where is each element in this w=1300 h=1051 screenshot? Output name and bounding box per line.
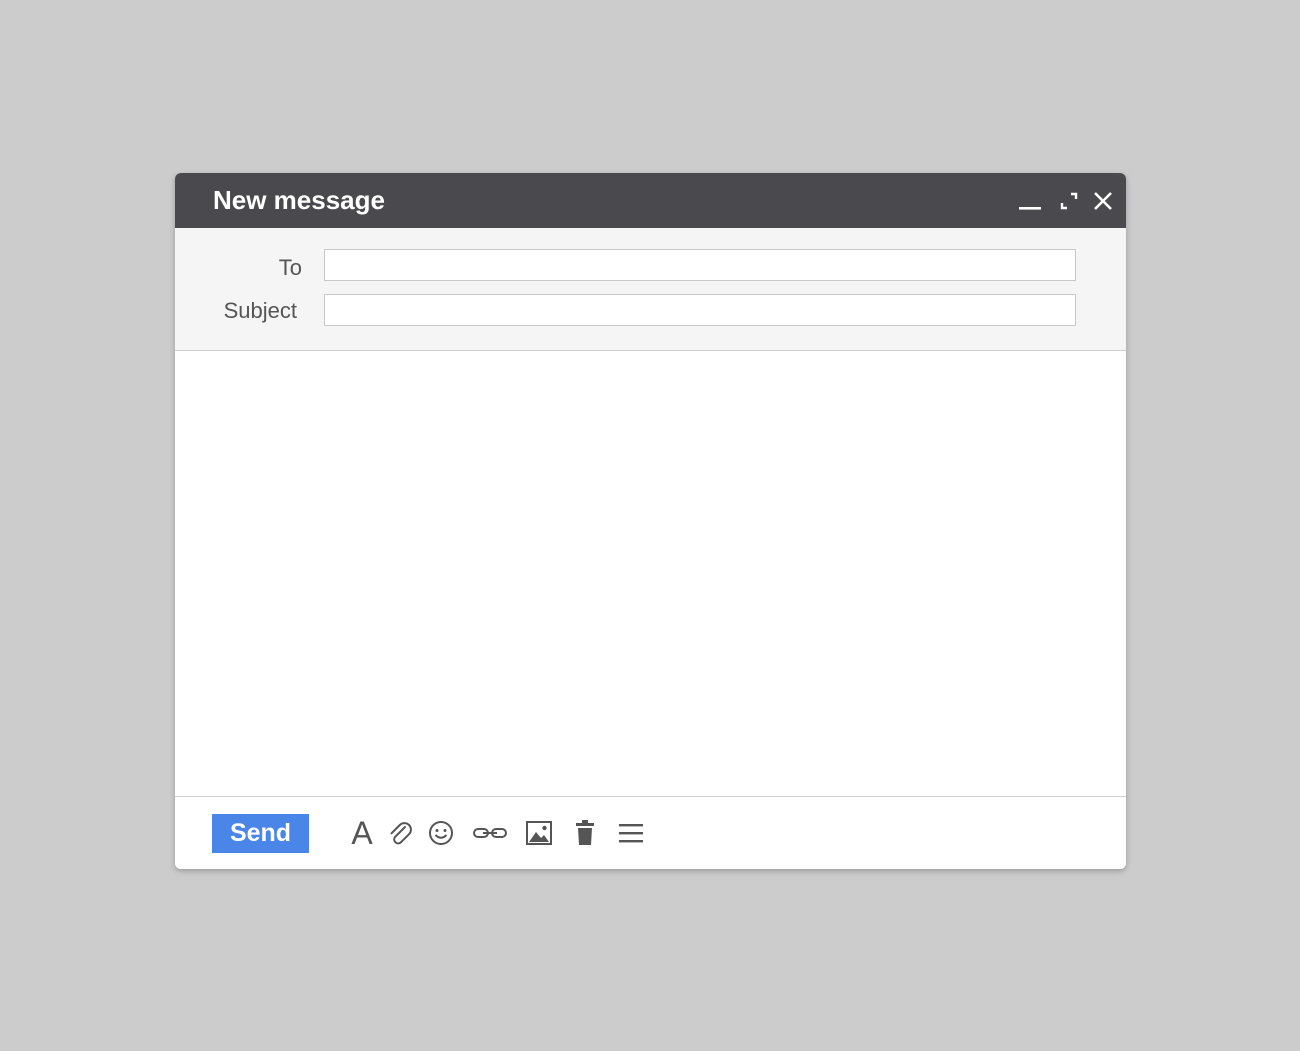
title-bar[interactable]: New message xyxy=(175,173,1126,228)
attach-button[interactable] xyxy=(385,817,417,849)
discard-button[interactable] xyxy=(569,817,601,849)
close-icon xyxy=(1089,187,1117,215)
to-label: To xyxy=(278,255,302,280)
more-options-button[interactable] xyxy=(615,817,647,849)
header-fields: To Subject xyxy=(175,228,1126,351)
link-button[interactable] xyxy=(471,817,509,849)
more-options-icon xyxy=(618,821,644,845)
minimize-button[interactable] xyxy=(1015,187,1043,215)
link-icon xyxy=(472,823,508,843)
window-title: New message xyxy=(213,185,385,215)
insert-image-button[interactable] xyxy=(523,817,555,849)
formatting-button[interactable]: A xyxy=(346,817,378,849)
expand-button[interactable] xyxy=(1055,187,1083,215)
compose-toolbar: Send A xyxy=(175,796,1126,869)
subject-label: Subject xyxy=(223,298,297,323)
trash-icon xyxy=(573,819,597,847)
compose-window: New message To Subject Send A xyxy=(175,173,1126,869)
subject-field[interactable] xyxy=(324,294,1076,326)
to-field[interactable] xyxy=(324,249,1076,281)
emoji-icon xyxy=(427,819,455,847)
minimize-icon xyxy=(1015,187,1043,215)
formatting-icon: A xyxy=(351,815,373,851)
message-body[interactable] xyxy=(175,351,1126,796)
send-button[interactable]: Send xyxy=(212,814,309,853)
close-button[interactable] xyxy=(1089,187,1117,215)
expand-icon xyxy=(1055,187,1083,215)
image-icon xyxy=(525,820,553,846)
attach-icon xyxy=(386,818,416,848)
emoji-button[interactable] xyxy=(425,817,457,849)
